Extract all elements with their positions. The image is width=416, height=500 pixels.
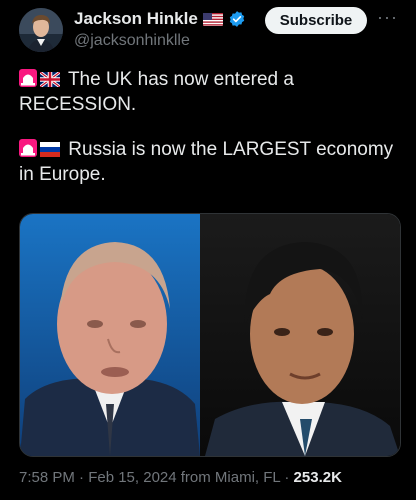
- tweet-media[interactable]: [19, 213, 401, 457]
- author-name[interactable]: Jackson Hinkle: [74, 9, 198, 29]
- view-count: 253.2K: [293, 469, 342, 486]
- us-flag-icon: [202, 12, 223, 26]
- tweet-text: The UK has now entered a RECESSION. Russ…: [19, 68, 399, 208]
- siren-icon: [19, 69, 37, 93]
- verified-badge-icon: [228, 10, 246, 28]
- tweet-timestamp[interactable]: 7:58 PM · Feb 15, 2024 from Miami, FL ·: [19, 469, 294, 486]
- tweet-meta: 7:58 PM · Feb 15, 2024 from Miami, FL · …: [19, 469, 342, 486]
- siren-icon: [19, 139, 37, 163]
- author-handle[interactable]: @jacksonhinklle: [74, 32, 190, 50]
- avatar[interactable]: [19, 8, 63, 52]
- uk-flag-icon: [39, 70, 61, 93]
- tweet-line-1: The UK has now entered a RECESSION.: [19, 69, 294, 115]
- tweet-paragraph-2: Russia is now the LARGEST economy in Eur…: [19, 138, 399, 186]
- author-name-row: Jackson Hinkle: [74, 9, 246, 29]
- tweet-header: Jackson Hinkle @jacksonhinklle Subscribe…: [0, 0, 416, 60]
- tweet-paragraph-1: The UK has now entered a RECESSION.: [19, 68, 399, 116]
- subscribe-button[interactable]: Subscribe: [265, 7, 367, 34]
- tweet-line-2: Russia is now the LARGEST economy in Eur…: [19, 139, 394, 185]
- more-icon[interactable]: ···: [377, 8, 398, 26]
- russia-flag-icon: [40, 140, 60, 163]
